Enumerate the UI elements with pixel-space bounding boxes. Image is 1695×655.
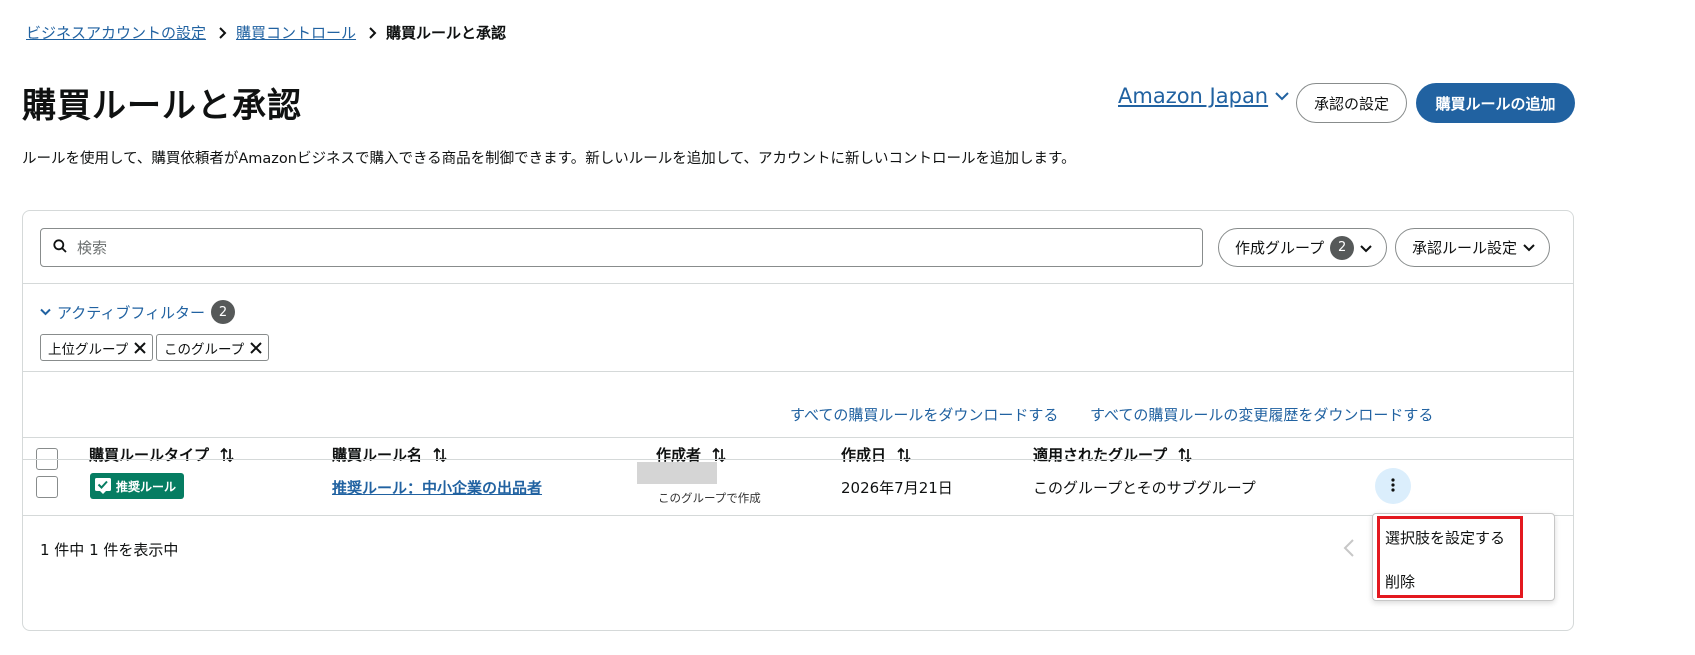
add-purchase-rule-button[interactable]: 購買ルールの追加	[1416, 83, 1575, 123]
sort-icon	[219, 447, 235, 463]
approval-rule-setting-filter[interactable]: 承認ルール設定	[1395, 228, 1551, 267]
filter-chip-parent-group: 上位グループ	[40, 334, 154, 361]
breadcrumb-link-purchase-controls[interactable]: 購買コントロール	[236, 22, 356, 43]
applied-group: このグループとそのサブグループ	[1033, 479, 1256, 497]
column-header-label: 作成日	[841, 446, 887, 464]
chevron-right-icon	[368, 26, 377, 39]
download-all-rules-link[interactable]: すべての購買ルールをダウンロードする	[790, 404, 1058, 425]
close-icon[interactable]	[134, 341, 146, 354]
chevron-down-icon	[1523, 243, 1535, 252]
active-filters-toggle[interactable]: アクティブフィルター 2	[40, 300, 241, 324]
created-group-filter[interactable]: 作成グループ 2	[1218, 228, 1388, 267]
created-group-count-badge: 2	[1330, 235, 1355, 260]
page-description: ルールを使用して、購買依頼者がAmazonビジネスで購入できる商品を制御できます…	[22, 151, 1076, 167]
column-header-label: 購買ルールタイプ	[89, 446, 210, 464]
checkmark-chat-icon	[94, 477, 112, 495]
divider	[23, 283, 1573, 284]
column-header-rule-type[interactable]: 購買ルールタイプ	[89, 444, 235, 465]
chevron-down-icon	[40, 308, 51, 316]
row-checkbox[interactable]	[36, 476, 58, 498]
rules-panel: 作成グループ 2 承認ルール設定 アクティブフィルター 2 上位グループ このグ…	[22, 210, 1574, 631]
column-header-rule-name[interactable]: 購買ルール名	[332, 444, 448, 465]
breadcrumb-current: 購買ルールと承認	[386, 24, 507, 42]
filter-chip-this-group: このグループ	[156, 334, 270, 361]
close-icon[interactable]	[250, 341, 262, 354]
rule-type-badge: 推奨ルール	[90, 473, 185, 499]
created-group-label: 作成グループ	[1235, 239, 1325, 257]
chevron-down-icon	[1274, 90, 1290, 102]
approval-settings-button[interactable]: 承認の設定	[1296, 83, 1407, 123]
rule-name-link[interactable]: 推奨ルール：中小企業の出品者	[332, 477, 542, 498]
menu-item-configure-options[interactable]: 選択肢を設定する	[1385, 527, 1505, 548]
redacted-creator	[637, 462, 717, 484]
column-header-applied-group[interactable]: 適用されたグループ	[1033, 444, 1193, 465]
breadcrumb-link-business-settings[interactable]: ビジネスアカウントの設定	[26, 22, 206, 43]
search-box[interactable]	[40, 228, 1203, 267]
menu-item-delete[interactable]: 削除	[1385, 571, 1415, 592]
sort-icon	[432, 447, 448, 463]
filter-chip-label: このグループ	[164, 341, 245, 358]
column-header-label: 購買ルール名	[332, 446, 423, 464]
approval-rule-setting-label: 承認ルール設定	[1412, 239, 1518, 257]
more-vertical-icon	[1391, 477, 1395, 496]
rule-type-label: 推奨ルール	[116, 479, 177, 494]
filter-chip-label: 上位グループ	[48, 341, 129, 358]
column-header-label: 適用されたグループ	[1033, 446, 1168, 464]
divider	[23, 515, 1573, 516]
search-input[interactable]	[77, 238, 1177, 257]
pagination-prev-icon[interactable]	[1343, 538, 1355, 558]
breadcrumb: ビジネスアカウントの設定 購買コントロール 購買ルールと承認	[26, 22, 506, 43]
chevron-down-icon	[1360, 239, 1372, 257]
result-count: 1 件中 1 件を表示中	[40, 541, 179, 559]
chevron-right-icon	[218, 26, 227, 39]
sort-icon	[896, 447, 912, 463]
divider	[23, 437, 1573, 438]
active-filters-count-badge: 2	[211, 300, 236, 324]
row-actions-menu: 選択肢を設定する 削除	[1372, 513, 1555, 601]
created-date: 2026年7月21日	[841, 479, 953, 497]
page-title: 購買ルールと承認	[22, 86, 302, 126]
creator-note: このグループで作成	[658, 491, 761, 505]
org-name: Amazon Japan	[1118, 84, 1269, 108]
sort-icon	[1177, 447, 1193, 463]
sort-icon	[711, 447, 727, 463]
divider	[23, 459, 1573, 460]
active-filters-label: アクティブフィルター	[57, 303, 206, 322]
org-selector[interactable]: Amazon Japan	[1118, 84, 1290, 108]
divider	[23, 371, 1573, 372]
row-actions-button[interactable]	[1375, 468, 1411, 504]
search-icon	[53, 238, 67, 257]
download-all-history-link[interactable]: すべての購買ルールの変更履歴をダウンロードする	[1090, 404, 1433, 425]
column-header-created-date[interactable]: 作成日	[841, 444, 912, 465]
